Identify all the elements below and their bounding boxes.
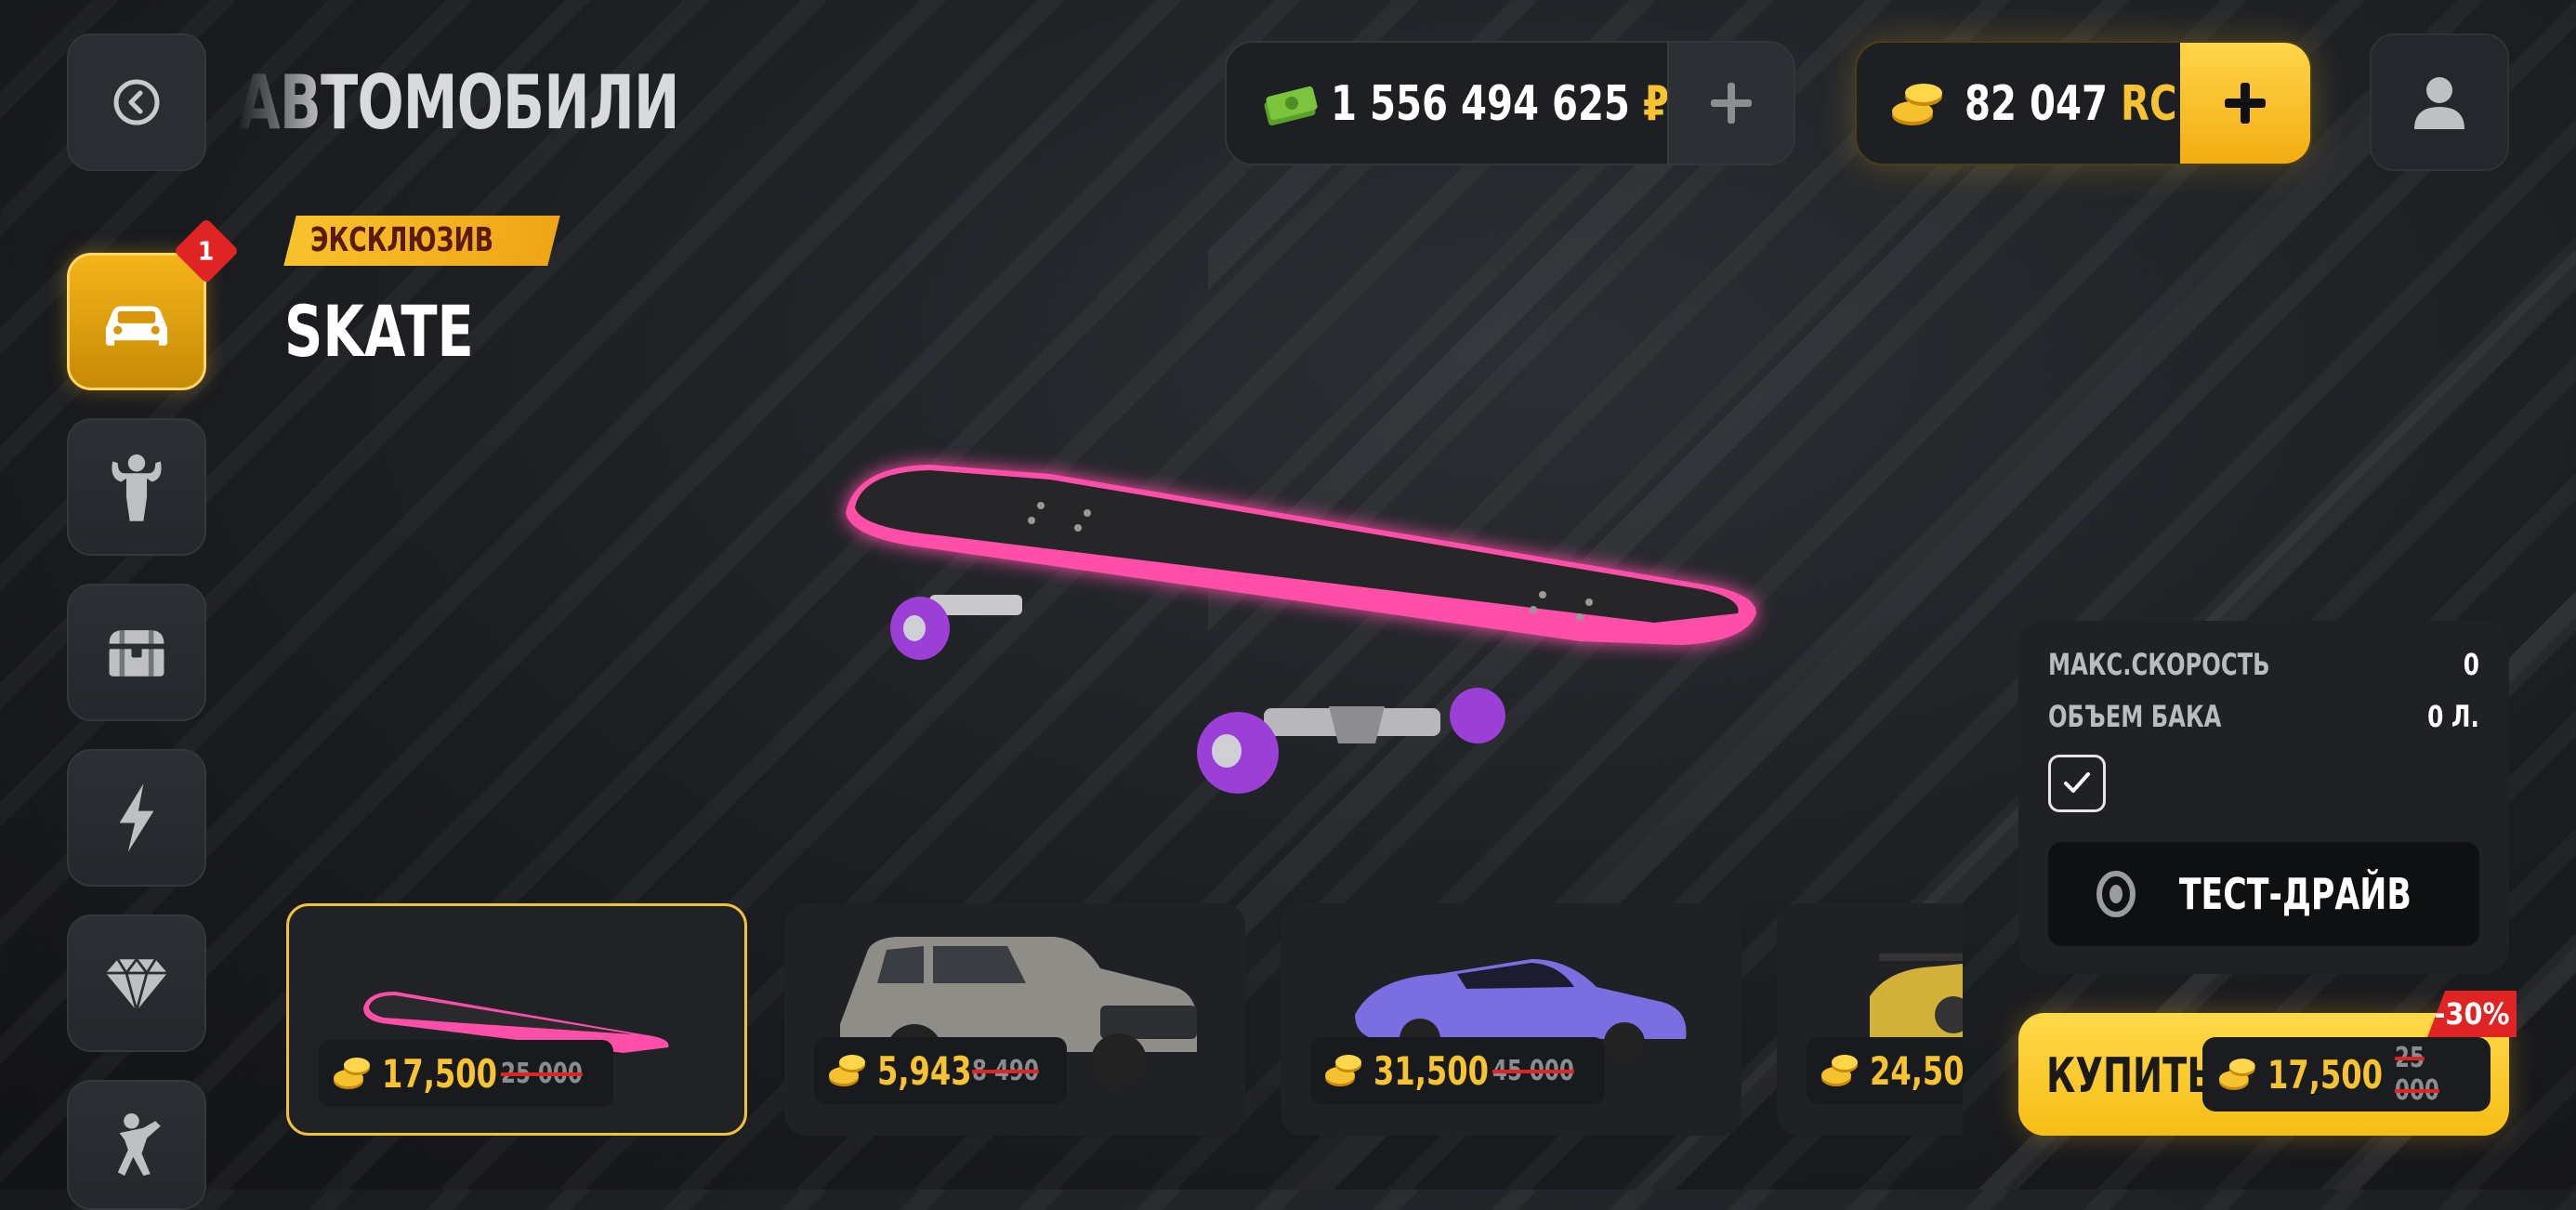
card-price: 17,500 25 000 xyxy=(319,1040,614,1107)
vehicle-card-suv[interactable]: 5,943 8 490 xyxy=(784,903,1245,1136)
cash-icon xyxy=(1264,85,1318,126)
option-checkbox[interactable] xyxy=(2048,755,2106,812)
plus-icon xyxy=(1711,83,1752,124)
sidebar-item-character[interactable] xyxy=(67,418,206,556)
car-icon xyxy=(105,306,168,346)
vehicle-card-purple-supercar[interactable]: 31,500 45 000 xyxy=(1281,903,1741,1136)
test-drive-button[interactable]: ТЕСТ-ДРАЙВ xyxy=(2048,842,2479,946)
vehicle-carousel: 17,500 25 000 5,943 8 490 31,500 45 000 … xyxy=(286,903,1963,1136)
old-price: 45 000 xyxy=(1492,1054,1574,1087)
card-price: 31,500 45 000 xyxy=(1310,1037,1606,1104)
vehicle-preview[interactable] xyxy=(818,446,1794,799)
card-price: 5,943 8 490 xyxy=(814,1037,1068,1104)
back-button[interactable] xyxy=(67,33,206,171)
card-price: 24,50 xyxy=(1807,1037,1963,1104)
stat-label: ОБЪЕМ БАКА xyxy=(2048,699,2222,734)
add-money-button[interactable] xyxy=(1667,43,1794,164)
vehicle-card-skateboard[interactable]: 17,500 25 000 xyxy=(286,903,747,1136)
diamond-icon xyxy=(105,956,168,1016)
rc-value: 82 047 RC xyxy=(1965,76,2177,132)
skateboard-deck xyxy=(846,465,1756,645)
money-value: 1 556 494 625 ₽ xyxy=(1331,76,1669,132)
sidebar-item-chests[interactable] xyxy=(67,584,206,721)
buy-price: 17,500 25 000 xyxy=(2202,1037,2491,1111)
lightning-icon xyxy=(119,783,154,852)
exclusive-tag: ЭКСКЛЮЗИВ xyxy=(283,216,560,266)
rc-balance: 82 047 RC xyxy=(1855,41,2312,165)
add-rc-button[interactable] xyxy=(2180,43,2310,164)
tire-icon xyxy=(2096,871,2136,917)
stats-panel: МАКС.СКОРОСТЬ 0 ОБЪЕМ БАКА 0 Л. ТЕСТ-ДРА… xyxy=(2018,621,2509,974)
old-price: 8 490 xyxy=(971,1054,1039,1087)
test-drive-label: ТЕСТ-ДРАЙВ xyxy=(2178,869,2412,919)
price-value: 17,500 xyxy=(382,1050,497,1097)
coins-icon xyxy=(1821,1055,1858,1086)
sidebar-item-energy[interactable] xyxy=(67,749,206,887)
user-icon xyxy=(2414,77,2464,129)
plus-icon xyxy=(2225,83,2266,124)
check-icon xyxy=(2064,772,2090,793)
buy-label: КУПИТЬ xyxy=(2046,1048,2215,1104)
sidebar-item-fighting[interactable] xyxy=(67,1080,206,1210)
skateboard-wheels xyxy=(890,597,1505,794)
boxer-icon xyxy=(117,1112,161,1177)
price-value: 31,500 xyxy=(1373,1047,1489,1094)
stat-value: 0 Л. xyxy=(2427,699,2479,734)
old-price: 25 000 xyxy=(2395,1042,2440,1107)
page-title: АВТОМОБИЛИ xyxy=(238,59,679,146)
chest-icon xyxy=(109,630,164,677)
stat-tank: ОБЪЕМ БАКА 0 Л. xyxy=(2048,699,2479,734)
skateboard-trucks xyxy=(929,595,1440,743)
discount-badge: -30% xyxy=(2427,991,2517,1037)
sidebar-item-cars[interactable]: 1 xyxy=(67,217,240,390)
notification-badge: 1 xyxy=(173,217,240,284)
stat-max-speed: МАКС.СКОРОСТЬ 0 xyxy=(2048,647,2479,682)
old-price: 25 000 xyxy=(500,1057,583,1090)
price-value: 5,943 xyxy=(877,1047,972,1094)
coins-icon xyxy=(829,1055,865,1086)
back-arrow-icon xyxy=(113,79,160,125)
stat-value: 0 xyxy=(2463,647,2479,682)
vehicle-name: SKATE xyxy=(284,290,474,373)
coins-icon xyxy=(1325,1055,1361,1086)
coins-icon xyxy=(1892,84,1942,125)
coins-icon xyxy=(2218,1059,2255,1090)
stat-label: МАКС.СКОРОСТЬ xyxy=(2048,647,2270,682)
price-value: 24,50 xyxy=(1870,1047,1963,1094)
vehicle-card-yellow-supercar[interactable]: 24,50 xyxy=(1777,903,1963,1136)
coins-icon xyxy=(334,1058,370,1089)
profile-button[interactable] xyxy=(2370,33,2509,171)
muscle-figure-icon xyxy=(112,454,162,521)
money-balance: 1 556 494 625 ₽ xyxy=(1225,41,1795,165)
price-value: 17,500 xyxy=(2267,1051,2383,1098)
sidebar-item-diamonds[interactable] xyxy=(67,914,206,1052)
